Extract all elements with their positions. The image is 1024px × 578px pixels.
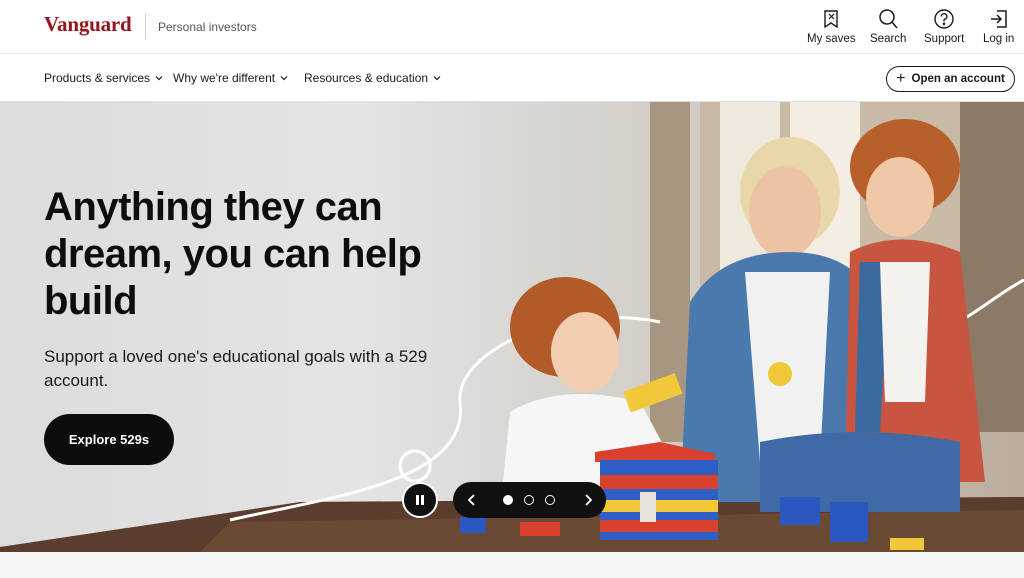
chevron-down-icon [280, 76, 288, 81]
my-saves-label: My saves [807, 33, 856, 45]
search-button[interactable]: Search [870, 8, 906, 45]
search-icon [879, 9, 898, 29]
nav-why-different[interactable]: Why we're different [173, 71, 288, 85]
nav-products-services[interactable]: Products & services [44, 71, 163, 85]
search-label: Search [870, 33, 907, 45]
open-account-label: Open an account [911, 73, 1005, 85]
support-button[interactable]: Support [924, 8, 964, 45]
chevron-right-icon[interactable] [579, 491, 597, 509]
hero-headline: Anything they can dream, you can help bu… [44, 185, 422, 323]
chevron-down-icon [155, 76, 163, 81]
login-icon [990, 10, 1007, 28]
carousel-pause-button[interactable] [402, 482, 438, 518]
log-in-button[interactable]: Log in [983, 8, 1014, 45]
explore-529s-button[interactable]: Explore 529s [44, 414, 174, 465]
logo-divider [145, 13, 146, 39]
plus-icon: + [896, 69, 906, 87]
log-in-label: Log in [983, 33, 1015, 45]
primary-nav: Products & services Why we're different … [0, 53, 1024, 102]
carousel-dot-1[interactable] [503, 495, 513, 505]
nav-label: Resources & education [304, 71, 429, 85]
my-saves-button[interactable]: My saves [807, 8, 856, 45]
help-icon [934, 9, 954, 29]
chevron-down-icon [433, 76, 441, 81]
below-fold-section [0, 552, 1024, 578]
nav-label: Products & services [44, 71, 151, 85]
pause-icon [416, 495, 424, 505]
open-account-button[interactable]: + Open an account [886, 66, 1015, 92]
bookmark-icon [824, 10, 838, 29]
vanguard-logo[interactable]: Vanguard [44, 12, 132, 37]
support-label: Support [924, 33, 965, 45]
nav-resources-education[interactable]: Resources & education [304, 71, 441, 85]
hero-banner: Anything they can dream, you can help bu… [0, 102, 1024, 552]
top-bar: Vanguard Personal investors My saves Sea… [0, 0, 1024, 53]
carousel-controls [453, 482, 606, 518]
nav-label: Why we're different [173, 71, 276, 85]
hero-subtext: Support a loved one's educational goals … [44, 347, 428, 390]
chevron-left-icon[interactable] [463, 491, 481, 509]
segment-label[interactable]: Personal investors [158, 20, 257, 34]
carousel-dot-2[interactable] [524, 495, 534, 505]
carousel-dot-3[interactable] [545, 495, 555, 505]
